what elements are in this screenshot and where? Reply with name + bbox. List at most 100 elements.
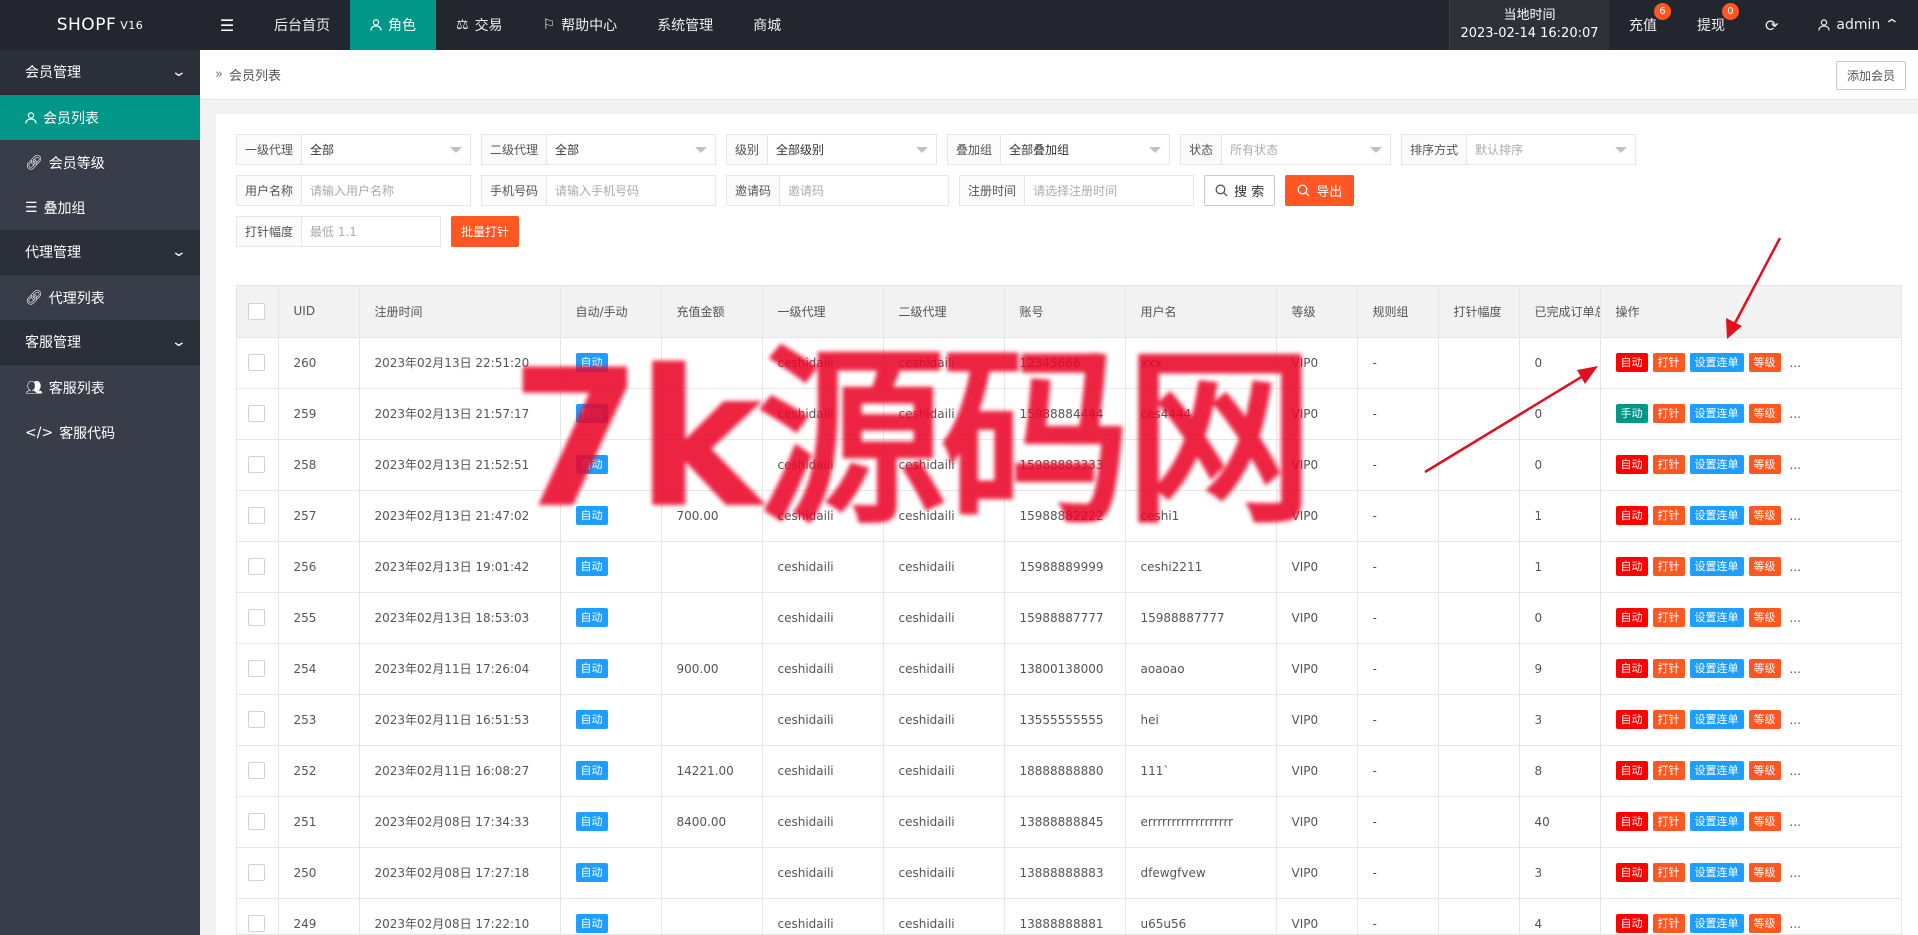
filter-amp[interactable]: 打针幅度 最低 1.1: [236, 216, 442, 247]
sidebar-group-1[interactable]: 代理管理 ⌄: [0, 230, 200, 275]
recharge-link[interactable]: 充值 6: [1609, 0, 1677, 50]
set-link-order-button[interactable]: 设置连单: [1689, 404, 1744, 423]
row-select-cell[interactable]: [237, 439, 279, 491]
toggle-mode-button[interactable]: 自动: [1615, 710, 1648, 729]
filter-group-select[interactable]: 全部叠加组: [1001, 135, 1169, 164]
inject-button[interactable]: 打针: [1652, 914, 1685, 933]
more-actions-button[interactable]: ...: [1790, 356, 1801, 370]
level-button[interactable]: 等级: [1748, 761, 1781, 780]
filter-sort-select[interactable]: 默认排序: [1467, 135, 1635, 164]
top-nav-item-2[interactable]: ⚖ 交易: [436, 0, 523, 50]
level-button[interactable]: 等级: [1748, 455, 1781, 474]
row-checkbox[interactable]: [248, 660, 265, 677]
row-checkbox[interactable]: [248, 609, 265, 626]
toggle-mode-button[interactable]: 自动: [1615, 506, 1648, 525]
level-button[interactable]: 等级: [1748, 812, 1781, 831]
row-select-cell[interactable]: [237, 847, 279, 899]
toggle-mode-button[interactable]: 自动: [1615, 455, 1648, 474]
more-actions-button[interactable]: ...: [1790, 815, 1801, 829]
level-button[interactable]: 等级: [1748, 863, 1781, 882]
top-nav-item-0[interactable]: 后台首页: [254, 0, 350, 50]
user-menu[interactable]: admin ⌃: [1798, 0, 1918, 50]
filter-regtime[interactable]: 注册时间 请选择注册时间: [959, 175, 1195, 206]
select-all-cell[interactable]: [237, 286, 279, 338]
top-nav-item-4[interactable]: 系统管理: [637, 0, 733, 50]
add-member-button[interactable]: 添加会员: [1835, 61, 1906, 90]
filter-agent2-select[interactable]: 全部: [547, 135, 715, 164]
row-checkbox[interactable]: [248, 558, 265, 575]
row-checkbox[interactable]: [248, 405, 265, 422]
set-link-order-button[interactable]: 设置连单: [1689, 761, 1744, 780]
row-checkbox[interactable]: [248, 507, 265, 524]
top-nav-item-3[interactable]: ⚐ 帮助中心: [523, 0, 638, 50]
filter-status[interactable]: 状态 所有状态: [1180, 134, 1392, 165]
export-button[interactable]: 导出: [1285, 175, 1355, 206]
top-nav-item-1[interactable]: 角色: [350, 0, 436, 50]
set-link-order-button[interactable]: 设置连单: [1689, 863, 1744, 882]
set-link-order-button[interactable]: 设置连单: [1689, 914, 1744, 933]
row-checkbox[interactable]: [248, 864, 265, 881]
row-select-cell[interactable]: [237, 796, 279, 848]
inject-button[interactable]: 打针: [1652, 506, 1685, 525]
logo[interactable]: SHOPF V16: [0, 0, 200, 50]
set-link-order-button[interactable]: 设置连单: [1689, 506, 1744, 525]
more-actions-button[interactable]: ...: [1790, 611, 1801, 625]
toggle-mode-button[interactable]: 自动: [1615, 608, 1648, 627]
filter-agent1-select[interactable]: 全部: [302, 135, 470, 164]
row-select-cell[interactable]: [237, 898, 279, 934]
more-actions-button[interactable]: ...: [1790, 509, 1801, 523]
more-actions-button[interactable]: ...: [1790, 866, 1801, 880]
sidebar-item-2-1[interactable]: </> 客服代码: [0, 410, 200, 455]
filter-invite[interactable]: 邀请码 邀请码: [726, 175, 950, 206]
level-button[interactable]: 等级: [1748, 659, 1781, 678]
inject-button[interactable]: 打针: [1652, 608, 1685, 627]
more-actions-button[interactable]: ...: [1790, 713, 1801, 727]
row-checkbox[interactable]: [248, 762, 265, 779]
filter-regtime-input[interactable]: 请选择注册时间: [1025, 176, 1193, 205]
inject-button[interactable]: 打针: [1652, 455, 1685, 474]
toggle-mode-button[interactable]: 自动: [1615, 557, 1648, 576]
row-checkbox[interactable]: [248, 813, 265, 830]
toggle-mode-button[interactable]: 自动: [1615, 863, 1648, 882]
filter-level-select[interactable]: 全部级别: [768, 135, 936, 164]
row-select-cell[interactable]: [237, 592, 279, 644]
set-link-order-button[interactable]: 设置连单: [1689, 353, 1744, 372]
row-select-cell[interactable]: [237, 694, 279, 746]
level-button[interactable]: 等级: [1748, 353, 1781, 372]
set-link-order-button[interactable]: 设置连单: [1689, 455, 1744, 474]
filter-agent2[interactable]: 二级代理 全部: [481, 134, 717, 165]
row-checkbox[interactable]: [248, 915, 265, 932]
set-link-order-button[interactable]: 设置连单: [1689, 812, 1744, 831]
filter-amp-input[interactable]: 最低 1.1: [302, 217, 440, 246]
sidebar-group-2[interactable]: 客服管理 ⌄: [0, 320, 200, 365]
level-button[interactable]: 等级: [1748, 608, 1781, 627]
level-button[interactable]: 等级: [1748, 557, 1781, 576]
refresh-icon[interactable]: ⟳: [1745, 0, 1798, 50]
more-actions-button[interactable]: ...: [1790, 407, 1801, 421]
filter-level[interactable]: 级别 全部级别: [726, 134, 938, 165]
filter-phone[interactable]: 手机号码 请输入手机号码: [481, 175, 717, 206]
inject-button[interactable]: 打针: [1652, 812, 1685, 831]
toggle-mode-button[interactable]: 自动: [1615, 761, 1648, 780]
filter-group[interactable]: 叠加组 全部叠加组: [947, 134, 1171, 165]
inject-button[interactable]: 打针: [1652, 659, 1685, 678]
row-select-cell[interactable]: [237, 541, 279, 593]
batch-inject-button[interactable]: 批量打针: [451, 216, 520, 247]
level-button[interactable]: 等级: [1748, 914, 1781, 933]
inject-button[interactable]: 打针: [1652, 404, 1685, 423]
row-checkbox[interactable]: [248, 456, 265, 473]
row-select-cell[interactable]: [237, 490, 279, 542]
withdraw-link[interactable]: 提现 0: [1677, 0, 1745, 50]
row-select-cell[interactable]: [237, 337, 279, 389]
filter-phone-input[interactable]: 请输入手机号码: [547, 176, 715, 205]
level-button[interactable]: 等级: [1748, 506, 1781, 525]
toggle-mode-button[interactable]: 自动: [1615, 914, 1648, 933]
more-actions-button[interactable]: ...: [1790, 560, 1801, 574]
row-select-cell[interactable]: [237, 388, 279, 440]
row-select-cell[interactable]: [237, 745, 279, 797]
more-actions-button[interactable]: ...: [1790, 917, 1801, 931]
inject-button[interactable]: 打针: [1652, 863, 1685, 882]
row-select-cell[interactable]: [237, 643, 279, 695]
sidebar-group-0[interactable]: 会员管理 ⌄: [0, 50, 200, 95]
toggle-mode-button[interactable]: 手动: [1615, 404, 1648, 423]
